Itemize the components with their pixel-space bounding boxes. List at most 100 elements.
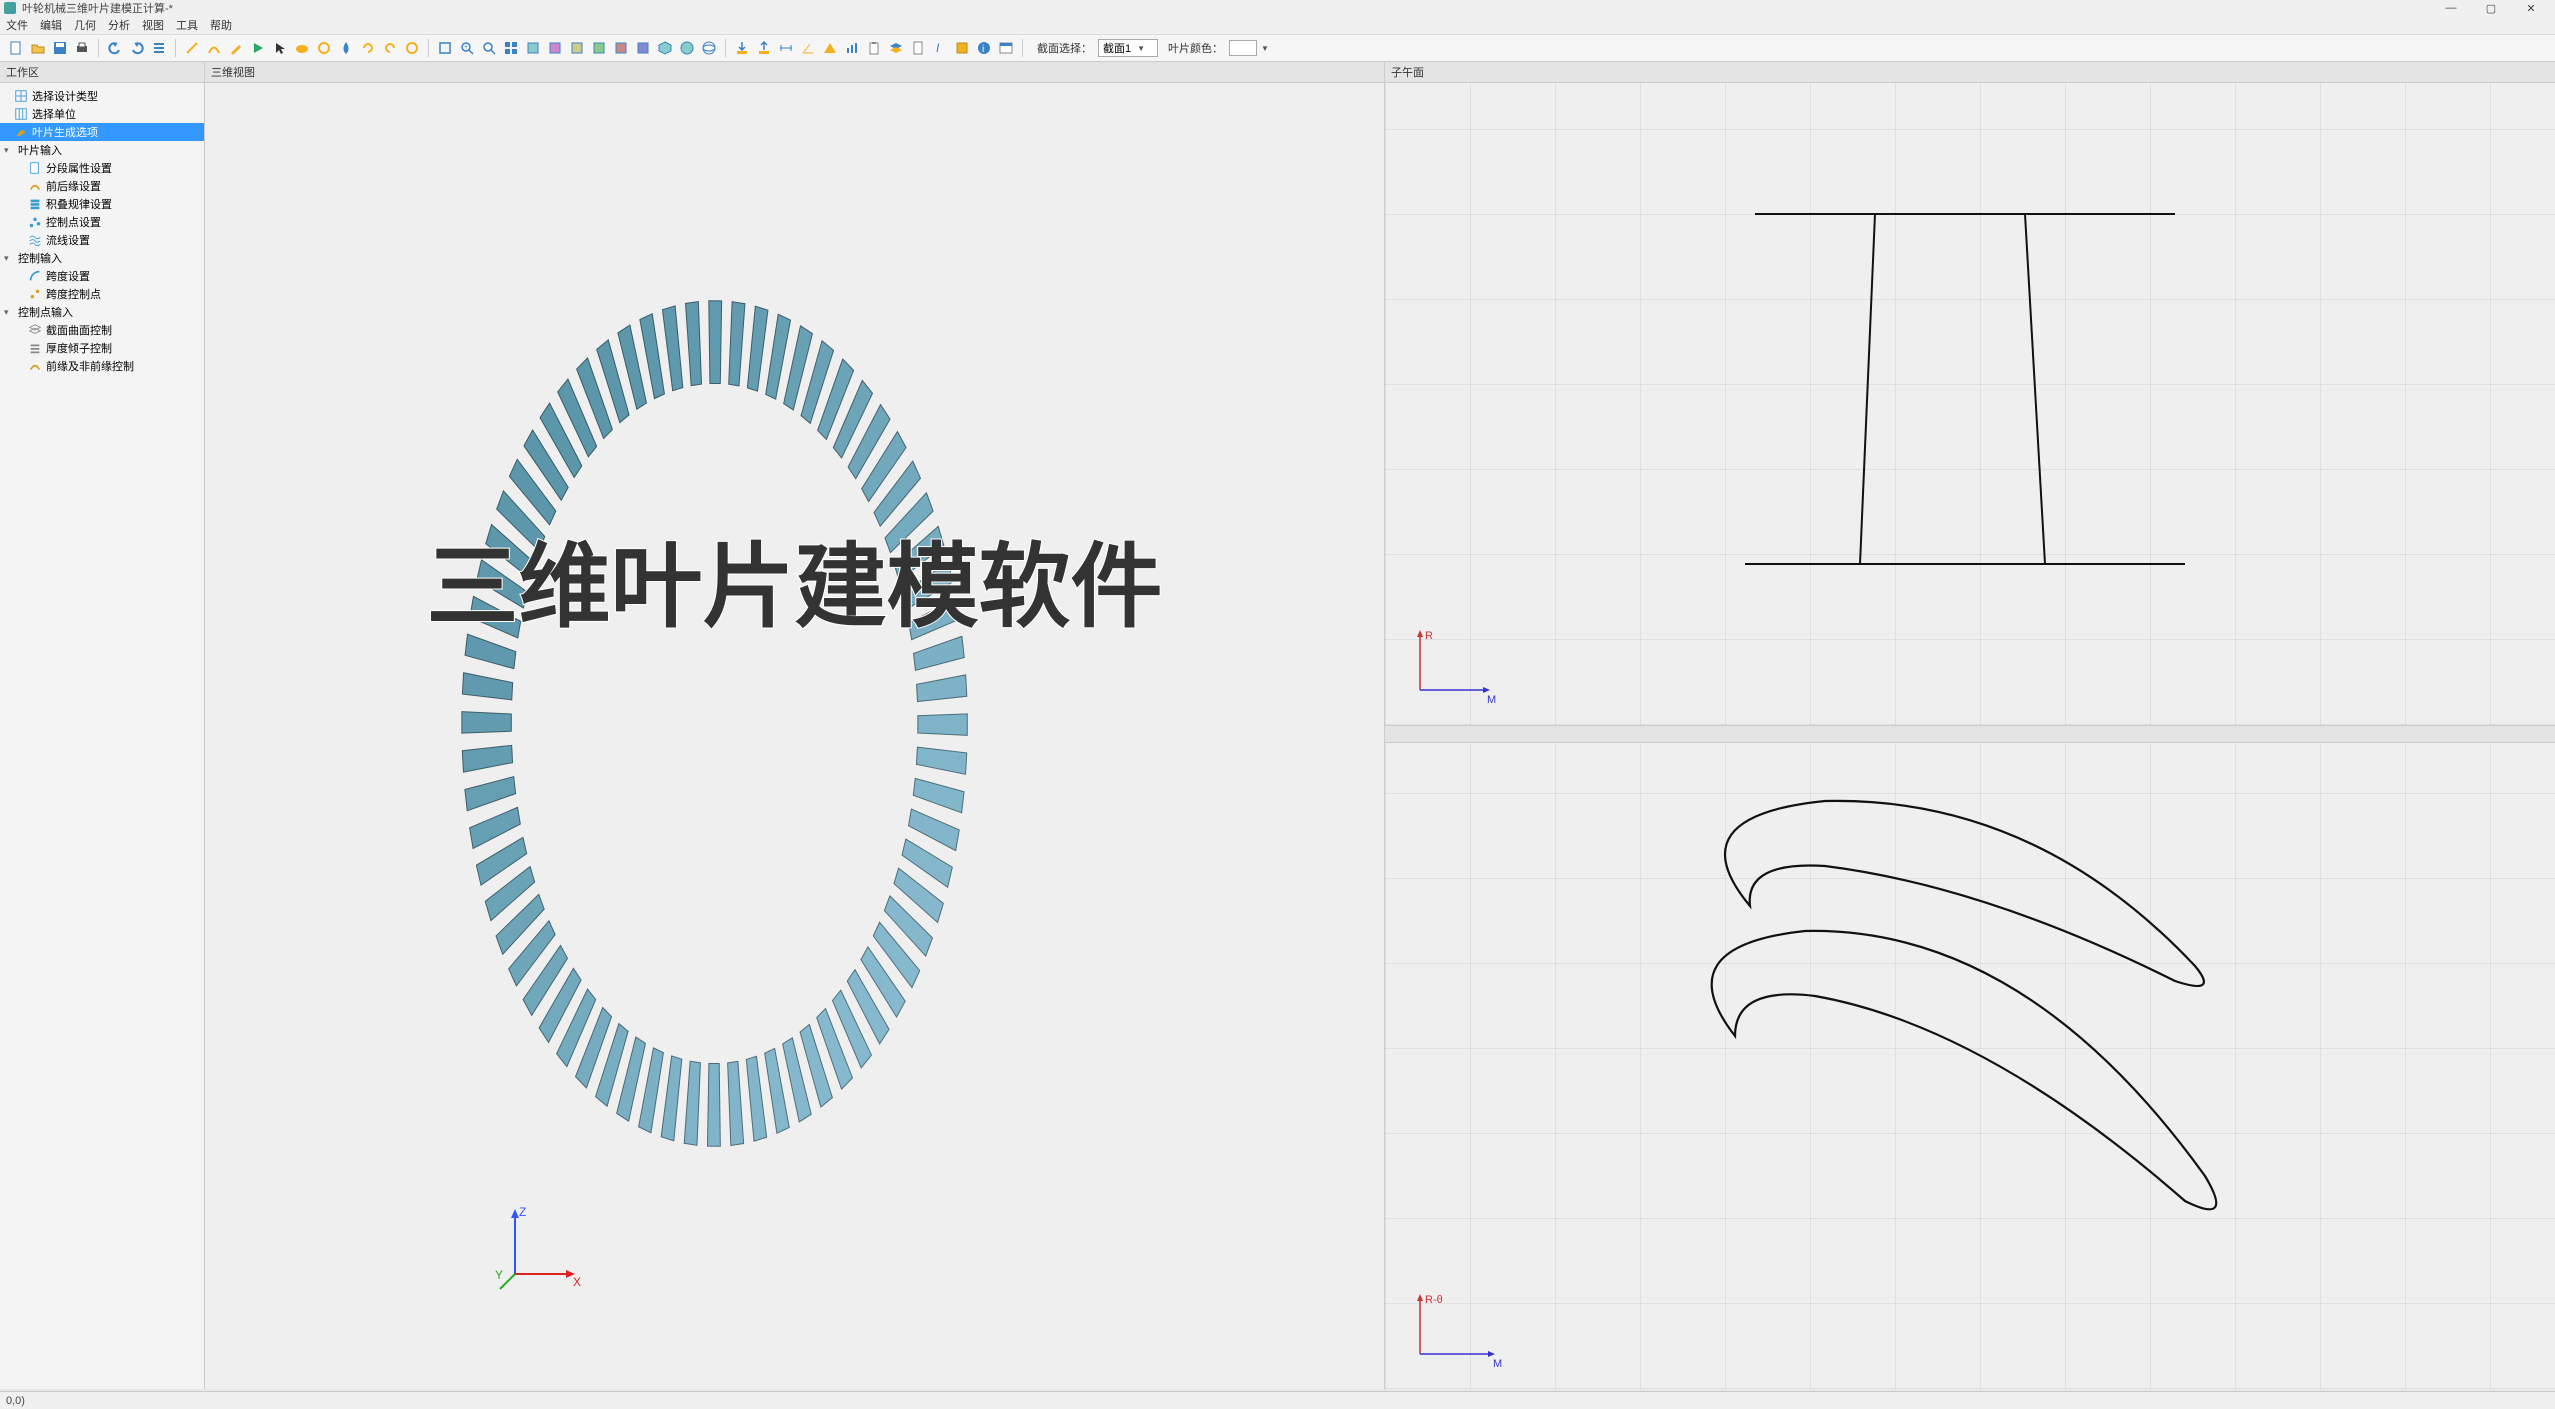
view3d-label: 三维视图 — [205, 62, 1384, 83]
export-button[interactable] — [754, 38, 774, 58]
tree-item-streamline[interactable]: 流线设置 — [0, 231, 204, 249]
close-button[interactable]: ✕ — [2511, 0, 2551, 16]
open-file-button[interactable] — [28, 38, 48, 58]
cloud-tool[interactable] — [292, 38, 312, 58]
meridian-label: 子午面 — [1385, 62, 2555, 83]
section-canvas[interactable]: R-θ M — [1385, 743, 2555, 1389]
zoom-fit-button[interactable] — [435, 38, 455, 58]
import-button[interactable] — [732, 38, 752, 58]
main-toolbar: + I i 截面选择： 截面1▼ 叶片颜色： ▼ — [0, 34, 2555, 62]
view-top-button[interactable] — [611, 38, 631, 58]
pointer-tool[interactable] — [270, 38, 290, 58]
menu-file[interactable]: 文件 — [6, 17, 28, 33]
chart-button[interactable] — [842, 38, 862, 58]
view-wire-button[interactable] — [699, 38, 719, 58]
view-iso-button[interactable] — [655, 38, 675, 58]
menu-geometry[interactable]: 几何 — [74, 17, 96, 33]
view-sphere-button[interactable] — [677, 38, 697, 58]
workspace-tree[interactable]: 选择设计类型 选择单位 叶片生成选项 ▾叶片输入 分段属性设置 前后缘设置 积叠… — [0, 83, 204, 1389]
tree-item-segment-props[interactable]: 分段属性设置 — [0, 159, 204, 177]
tree-item-span-ctrlpt[interactable]: 跨度控制点 — [0, 285, 204, 303]
tree-item-ctrlpt-settings[interactable]: 控制点设置 — [0, 213, 204, 231]
tree-item-section-surface[interactable]: 截面曲面控制 — [0, 321, 204, 339]
tree-item-thickness-ctrl[interactable]: 厚度倾子控制 — [0, 339, 204, 357]
maximize-button[interactable]: ▢ — [2471, 0, 2511, 16]
view-bottom-button[interactable] — [633, 38, 653, 58]
dimension-button[interactable] — [776, 38, 796, 58]
tree-item-units[interactable]: 选择单位 — [0, 105, 204, 123]
svg-text:I: I — [936, 41, 940, 55]
run-tool[interactable] — [248, 38, 268, 58]
tree-item-le-ctrl[interactable]: 前缘及非前缘控制 — [0, 357, 204, 375]
svg-text:Y: Y — [495, 1268, 503, 1282]
cycle-tool[interactable] — [402, 38, 422, 58]
menu-edit[interactable]: 编辑 — [40, 17, 62, 33]
menu-tools[interactable]: 工具 — [176, 17, 198, 33]
book-button[interactable] — [952, 38, 972, 58]
print-button[interactable] — [72, 38, 92, 58]
svg-text:R: R — [1425, 630, 1433, 642]
blade-color-swatch[interactable] — [1229, 40, 1257, 56]
gear-tool[interactable] — [314, 38, 334, 58]
window-button[interactable] — [996, 38, 1016, 58]
tree-item-span-settings[interactable]: 跨度设置 — [0, 267, 204, 285]
save-file-button[interactable] — [50, 38, 70, 58]
svg-text:M: M — [1493, 1358, 1502, 1369]
axis-3d-indicator: Z X Y — [495, 1204, 585, 1294]
minimize-button[interactable]: — — [2431, 0, 2471, 16]
svg-text:i: i — [982, 44, 984, 55]
redo-button[interactable] — [127, 38, 147, 58]
rotate-cw-tool[interactable] — [380, 38, 400, 58]
edit-tool[interactable] — [226, 38, 246, 58]
svg-text:X: X — [573, 1275, 581, 1289]
list-button[interactable] — [149, 38, 169, 58]
tree-item-edge-settings[interactable]: 前后缘设置 — [0, 177, 204, 195]
menu-view[interactable]: 视图 — [142, 17, 164, 33]
workspace-title: 工作区 — [0, 62, 204, 83]
view-front-button[interactable] — [523, 38, 543, 58]
view3d-canvas[interactable]: Z X Y 三维叶片建模软件 — [205, 83, 1384, 1389]
app-icon — [4, 2, 16, 14]
blade-color-label: 叶片颜色： — [1168, 40, 1223, 56]
view-left-button[interactable] — [567, 38, 587, 58]
italic-button[interactable]: I — [930, 38, 950, 58]
curve-tool[interactable] — [204, 38, 224, 58]
section-select-label: 截面选择： — [1037, 40, 1092, 56]
svg-text:+: + — [464, 44, 468, 51]
triangle-button[interactable] — [820, 38, 840, 58]
view-right-button[interactable] — [589, 38, 609, 58]
status-bar: 0,0) — [0, 1391, 2555, 1409]
svg-text:M: M — [1487, 694, 1496, 705]
tree-group-blade-input[interactable]: ▾叶片输入 — [0, 141, 204, 159]
tree-item-design-type[interactable]: 选择设计类型 — [0, 87, 204, 105]
axis-meridian-top: R M — [1405, 625, 1505, 705]
section-view-label — [1385, 726, 2555, 743]
tree-item-blade-gen-options[interactable]: 叶片生成选项 — [0, 123, 204, 141]
svg-text:R-θ: R-θ — [1425, 1294, 1443, 1306]
layers-button[interactable] — [886, 38, 906, 58]
view-back-button[interactable] — [545, 38, 565, 58]
zoom-out-button[interactable] — [479, 38, 499, 58]
drop-tool[interactable] — [336, 38, 356, 58]
undo-button[interactable] — [105, 38, 125, 58]
menu-help[interactable]: 帮助 — [210, 17, 232, 33]
meridian-canvas[interactable]: R M — [1385, 83, 2555, 725]
section-select-dropdown[interactable]: 截面1▼ — [1098, 39, 1158, 57]
angle-button[interactable] — [798, 38, 818, 58]
menu-analysis[interactable]: 分析 — [108, 17, 130, 33]
tree-group-control-input[interactable]: ▾控制输入 — [0, 249, 204, 267]
title-bar: 叶轮机械三维叶片建模正计算-* — ▢ ✕ — [0, 0, 2555, 16]
grid4-button[interactable] — [501, 38, 521, 58]
tree-item-stack-settings[interactable]: 积叠规律设置 — [0, 195, 204, 213]
rotate-ccw-tool[interactable] — [358, 38, 378, 58]
line-tool[interactable] — [182, 38, 202, 58]
tree-group-ctrlpt-input[interactable]: ▾控制点输入 — [0, 303, 204, 321]
zoom-in-button[interactable]: + — [457, 38, 477, 58]
clipboard-button[interactable] — [864, 38, 884, 58]
doc-button[interactable] — [908, 38, 928, 58]
info-button[interactable]: i — [974, 38, 994, 58]
new-file-button[interactable] — [6, 38, 26, 58]
menu-bar: 文件 编辑 几何 分析 视图 工具 帮助 — [0, 16, 2555, 34]
axis-section-bottom: R-θ M — [1405, 1289, 1515, 1369]
window-title: 叶轮机械三维叶片建模正计算-* — [22, 0, 173, 16]
